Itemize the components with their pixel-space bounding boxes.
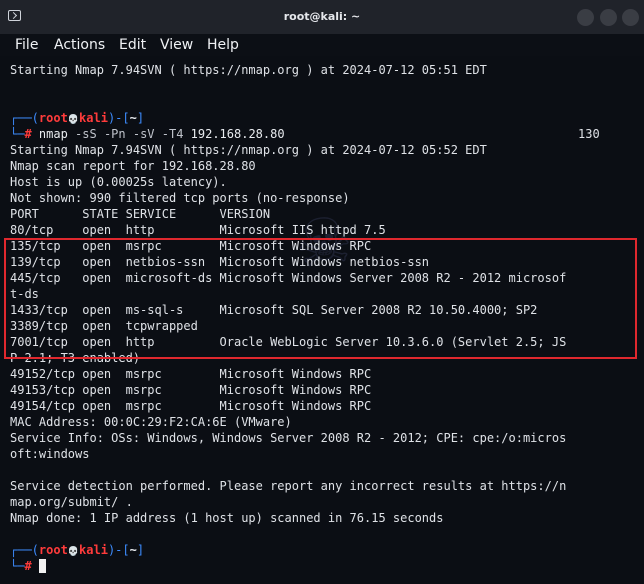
- terminal-output[interactable]: ☠ Starting Nmap 7.94SVN ( https://nmap.o…: [0, 56, 644, 584]
- command-flags: -sS -Pn -sV -T4: [67, 127, 184, 141]
- prompt-host: kali: [79, 543, 108, 557]
- menu-help[interactable]: Help: [207, 37, 239, 53]
- service-info-wrap: oft:windows: [10, 447, 90, 461]
- maximize-button[interactable]: [600, 9, 617, 26]
- previous-start-line: Starting Nmap 7.94SVN ( https://nmap.org…: [10, 63, 487, 77]
- terminal-window: root@kali: ~ File Actions Edit View Help…: [0, 0, 644, 584]
- prompt-dir: ~: [129, 111, 137, 125]
- menu-view[interactable]: View: [160, 37, 193, 53]
- output-line: Starting Nmap 7.94SVN ( https://nmap.org…: [10, 143, 487, 157]
- exit-code: 130: [578, 127, 600, 141]
- port-row: 49153/tcp open msrpc Microsoft Windows R…: [10, 383, 372, 397]
- menu-bar: File Actions Edit View Help: [0, 34, 644, 56]
- window-title: root@kali: ~: [283, 10, 361, 23]
- input-line[interactable]: └─#: [10, 558, 46, 574]
- mac-address-line: MAC Address: 00:0C:29:F2:CA:6E (VMware): [10, 415, 292, 429]
- highlight-box: [4, 238, 637, 359]
- prompt-host: kali: [79, 111, 108, 125]
- table-header: PORT STATE SERVICE VERSION: [10, 207, 271, 221]
- text-cursor: [38, 559, 46, 573]
- detection-line: Service detection performed. Please repo…: [10, 479, 567, 493]
- menu-file[interactable]: File: [15, 37, 38, 53]
- service-info-line: Service Info: OSs: Windows, Windows Serv…: [10, 431, 567, 445]
- skull-icon: 💀: [67, 547, 80, 557]
- prompt-user: root: [38, 543, 68, 557]
- prompt-user: root: [38, 111, 68, 125]
- port-row: 80/tcp open http Microsoft IIS httpd 7.5: [10, 223, 386, 237]
- skull-icon: 💀: [67, 115, 80, 125]
- menu-actions[interactable]: Actions: [54, 37, 105, 53]
- command-target: 192.168.28.80: [183, 127, 285, 141]
- command-line: └─# nmap -sS -Pn -sV -T4 192.168.28.80: [10, 127, 285, 141]
- title-bar: root@kali: ~: [0, 0, 644, 34]
- output-line: Not shown: 990 filtered tcp ports (no-re…: [10, 191, 350, 205]
- close-button[interactable]: [622, 9, 639, 26]
- output-line: Host is up (0.00025s latency).: [10, 175, 227, 189]
- menu-edit[interactable]: Edit: [119, 37, 146, 53]
- port-row: 49154/tcp open msrpc Microsoft Windows R…: [10, 399, 372, 413]
- output-line: Nmap scan report for 192.168.28.80: [10, 159, 256, 173]
- port-row: 49152/tcp open msrpc Microsoft Windows R…: [10, 367, 372, 381]
- prompt-dir: ~: [129, 543, 137, 557]
- nmap-done-line: Nmap done: 1 IP address (1 host up) scan…: [10, 511, 444, 525]
- minimize-button[interactable]: [577, 9, 594, 26]
- detection-line-wrap: map.org/submit/ .: [10, 495, 133, 509]
- command-binary: nmap: [38, 127, 68, 141]
